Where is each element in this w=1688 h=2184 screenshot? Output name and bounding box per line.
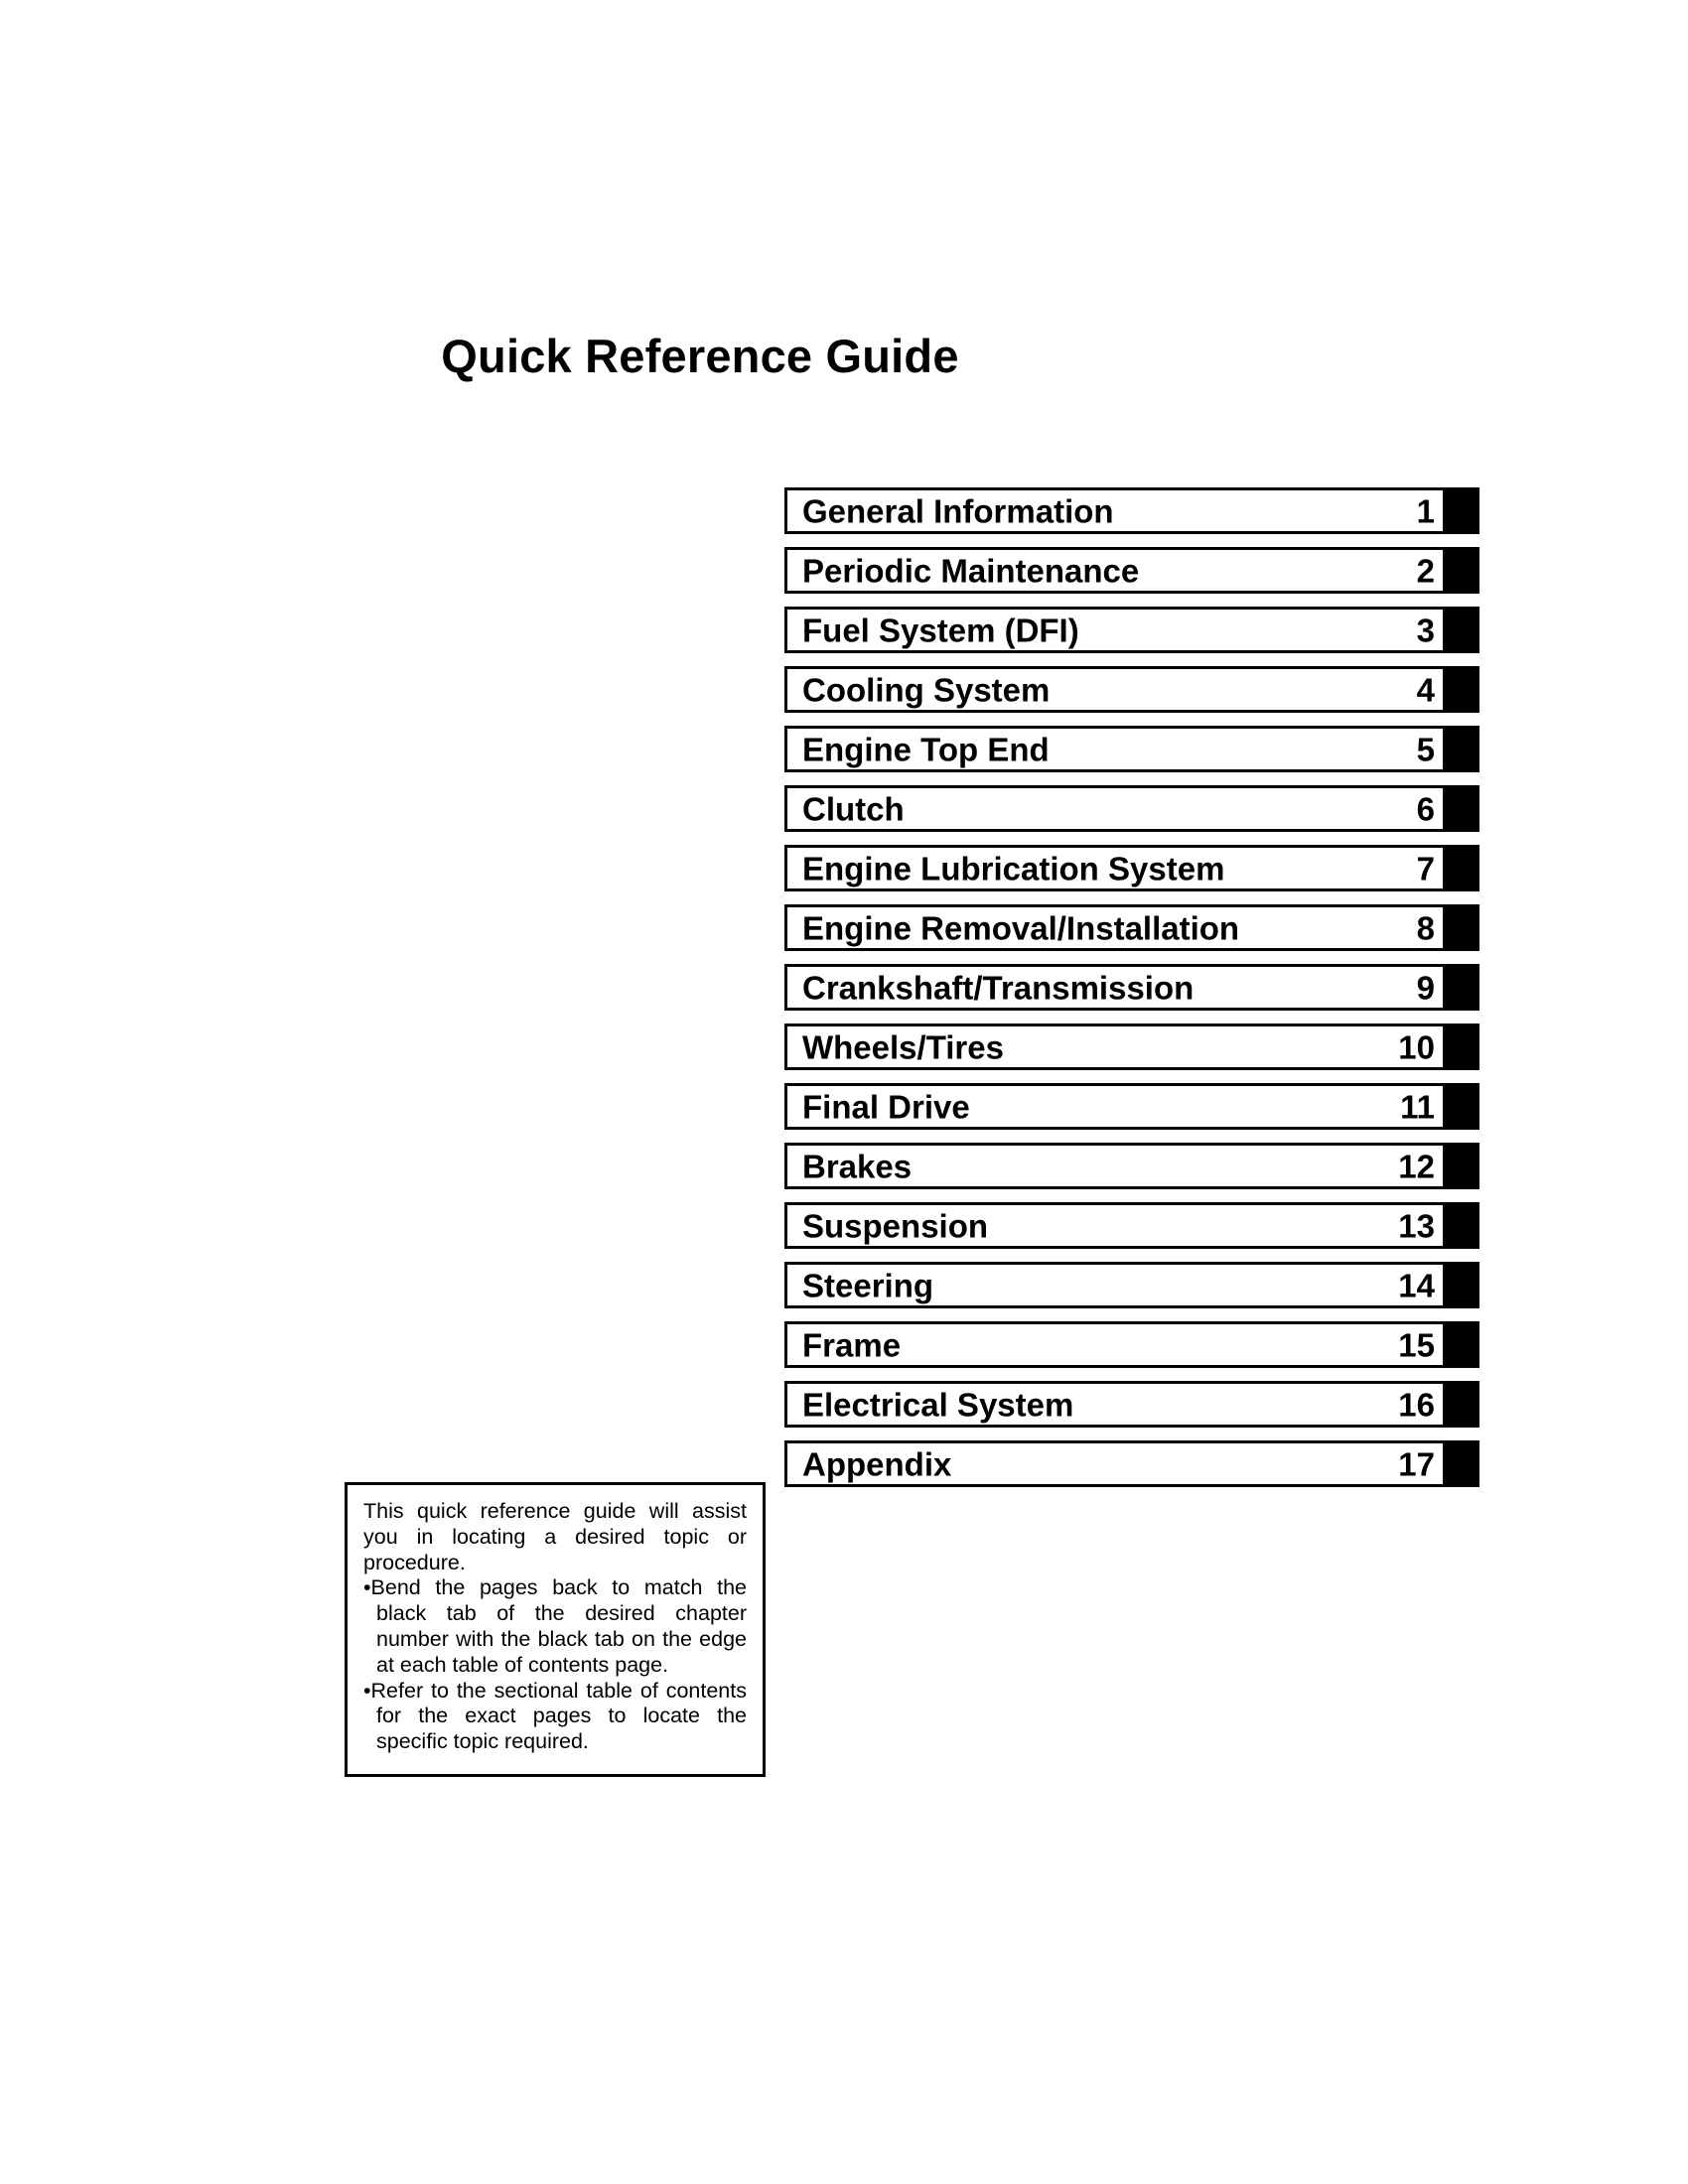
chapter-box: Electrical System 16 (784, 1381, 1452, 1428)
chapter-number: 1 (1416, 492, 1435, 529)
chapter-number: 15 (1398, 1326, 1435, 1363)
chapter-row[interactable]: Fuel System (DFI) 3 (784, 607, 1479, 653)
chapter-number: 9 (1416, 969, 1435, 1006)
chapter-row[interactable]: General Information 1 (784, 487, 1479, 534)
chapter-title: Electrical System (802, 1386, 1074, 1423)
chapter-title: Periodic Maintenance (802, 552, 1140, 589)
black-tab-marker (1443, 726, 1479, 772)
chapter-box: Crankshaft/Transmission 9 (784, 964, 1452, 1011)
chapter-box: Frame 15 (784, 1321, 1452, 1368)
black-tab-marker (1443, 1262, 1479, 1308)
black-tab-marker (1443, 1381, 1479, 1428)
black-tab-marker (1443, 487, 1479, 534)
chapter-row[interactable]: Suspension 13 (784, 1202, 1479, 1249)
chapter-title: Crankshaft/Transmission (802, 969, 1195, 1006)
chapter-title: Wheels/Tires (802, 1028, 1004, 1065)
chapter-box: Appendix 17 (784, 1440, 1452, 1487)
chapter-box: Fuel System (DFI) 3 (784, 607, 1452, 653)
chapter-row[interactable]: Steering 14 (784, 1262, 1479, 1308)
chapter-row[interactable]: Periodic Maintenance 2 (784, 547, 1479, 594)
chapter-number: 10 (1398, 1028, 1435, 1065)
chapter-number: 14 (1398, 1267, 1435, 1303)
chapter-row[interactable]: Cooling System 4 (784, 666, 1479, 713)
instruction-note-box: This quick reference guide will assist y… (345, 1482, 766, 1777)
black-tab-marker (1443, 1143, 1479, 1189)
chapter-box: Engine Removal/Installation 8 (784, 904, 1452, 951)
chapter-number: 11 (1400, 1088, 1435, 1125)
chapter-row[interactable]: Appendix 17 (784, 1440, 1479, 1487)
chapter-title: Brakes (802, 1148, 913, 1184)
chapter-row[interactable]: Wheels/Tires 10 (784, 1024, 1479, 1070)
chapter-title: Frame (802, 1326, 902, 1363)
black-tab-marker (1443, 547, 1479, 594)
chapter-row[interactable]: Engine Lubrication System 7 (784, 845, 1479, 891)
black-tab-marker (1443, 964, 1479, 1011)
black-tab-marker (1443, 1083, 1479, 1130)
chapter-box: Periodic Maintenance 2 (784, 547, 1452, 594)
chapter-number: 16 (1398, 1386, 1435, 1423)
chapter-title: Engine Top End (802, 731, 1050, 767)
chapter-row[interactable]: Engine Top End 5 (784, 726, 1479, 772)
chapter-box: Brakes 12 (784, 1143, 1452, 1189)
chapter-box: Cooling System 4 (784, 666, 1452, 713)
black-tab-marker (1443, 904, 1479, 951)
chapter-row[interactable]: Electrical System 16 (784, 1381, 1479, 1428)
chapter-title: Cooling System (802, 671, 1051, 708)
chapter-title: Clutch (802, 790, 905, 827)
black-tab-marker (1443, 666, 1479, 713)
chapter-number: 5 (1416, 731, 1435, 767)
chapter-row[interactable]: Final Drive 11 (784, 1083, 1479, 1130)
chapter-box: Engine Top End 5 (784, 726, 1452, 772)
chapter-number: 17 (1398, 1445, 1435, 1482)
black-tab-marker (1443, 785, 1479, 832)
chapter-title: Appendix (802, 1445, 952, 1482)
chapter-title: Engine Lubrication System (802, 850, 1225, 887)
chapter-number: 3 (1416, 612, 1435, 648)
chapter-title: Fuel System (DFI) (802, 612, 1079, 648)
chapter-title: Steering (802, 1267, 934, 1303)
black-tab-marker (1443, 1321, 1479, 1368)
note-intro-paragraph: This quick reference guide will assist y… (363, 1499, 747, 1574)
chapter-number: 2 (1416, 552, 1435, 589)
chapter-title: Suspension (802, 1207, 989, 1244)
chapter-number: 13 (1398, 1207, 1435, 1244)
black-tab-marker (1443, 1202, 1479, 1249)
chapter-row[interactable]: Frame 15 (784, 1321, 1479, 1368)
chapter-number: 12 (1398, 1148, 1435, 1184)
chapter-box: Steering 14 (784, 1262, 1452, 1308)
black-tab-marker (1443, 607, 1479, 653)
chapter-title: Final Drive (802, 1088, 970, 1125)
chapter-box: Suspension 13 (784, 1202, 1452, 1249)
chapter-number: 7 (1416, 850, 1435, 887)
chapter-table: General Information 1 Periodic Maintenance… (784, 487, 1479, 1500)
chapter-number: 6 (1416, 790, 1435, 827)
black-tab-marker (1443, 1024, 1479, 1070)
chapter-row[interactable]: Clutch 6 (784, 785, 1479, 832)
note-bullet-item: •Bend the pages back to match the black … (363, 1575, 747, 1677)
chapter-row[interactable]: Crankshaft/Transmission 9 (784, 964, 1479, 1011)
black-tab-marker (1443, 1440, 1479, 1487)
chapter-title: Engine Removal/Installation (802, 909, 1240, 946)
chapter-box: Wheels/Tires 10 (784, 1024, 1452, 1070)
chapter-number: 8 (1416, 909, 1435, 946)
chapter-box: Clutch 6 (784, 785, 1452, 832)
chapter-number: 4 (1416, 671, 1435, 708)
chapter-box: Engine Lubrication System 7 (784, 845, 1452, 891)
page-title: Quick Reference Guide (441, 330, 959, 382)
note-bullet-item: •Refer to the sectional table of content… (363, 1678, 747, 1754)
chapter-box: Final Drive 11 (784, 1083, 1452, 1130)
chapter-row[interactable]: Brakes 12 (784, 1143, 1479, 1189)
black-tab-marker (1443, 845, 1479, 891)
chapter-row[interactable]: Engine Removal/Installation 8 (784, 904, 1479, 951)
chapter-box: General Information 1 (784, 487, 1452, 534)
chapter-title: General Information (802, 492, 1114, 529)
